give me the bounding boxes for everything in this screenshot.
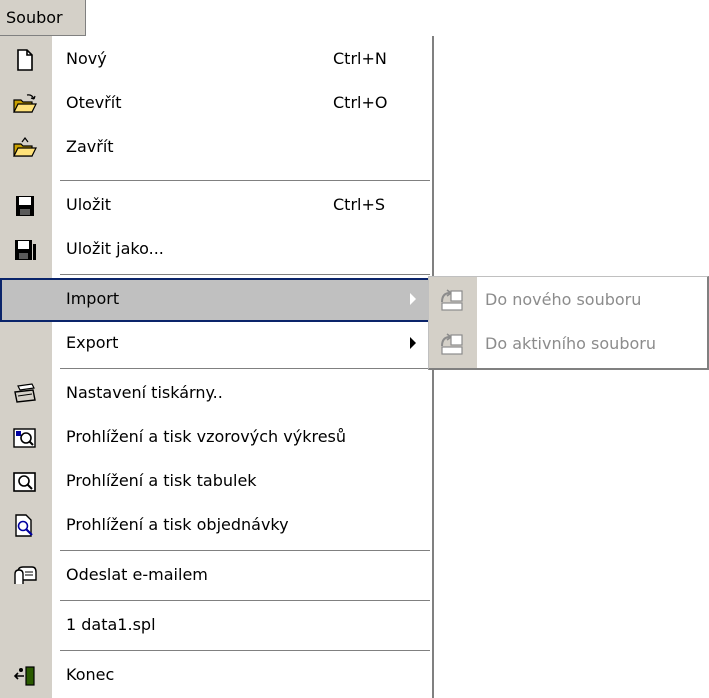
menu-separator [60, 180, 430, 182]
menu-item-label: Nastavení tiskárny.. [66, 383, 223, 402]
menu-item-label: Uložit [66, 195, 112, 214]
menu-item-close[interactable]: Zavřít [0, 126, 432, 170]
menu-item-save-as[interactable]: Uložit jako... [0, 228, 432, 272]
open-folder-icon [12, 92, 38, 116]
email-icon [12, 564, 38, 588]
menu-item-label: Nový [66, 49, 107, 68]
menu-item-label: Odeslat e-mailem [66, 565, 208, 584]
menu-item-preview-drawings[interactable]: Prohlížení a tisk vzorových výkresů [0, 416, 432, 460]
menu-item-exit[interactable]: Konec [0, 654, 432, 698]
file-menu: Nový Ctrl+N Otevřít Ctrl+O Zavřít Uložit… [0, 36, 434, 698]
menu-item-label: Prohlížení a tisk tabulek [66, 471, 257, 490]
menu-item-label: Prohlížení a tisk objednávky [66, 515, 289, 534]
submenu-item-import-active[interactable]: Do aktivního souboru [429, 323, 707, 367]
submenu-item-import-new[interactable]: Do nového souboru [429, 279, 707, 323]
preview-tables-icon [12, 470, 38, 494]
printer-icon [12, 382, 38, 406]
menu-soubor-label: Soubor [6, 8, 63, 27]
preview-order-icon [12, 514, 38, 538]
menu-item-shortcut: Ctrl+O [333, 93, 388, 112]
menu-item-label: Otevřít [66, 93, 122, 112]
menu-soubor[interactable]: Soubor [0, 0, 86, 36]
menu-item-label: Uložit jako... [66, 239, 164, 258]
save-icon [12, 194, 38, 218]
submenu-arrow-icon [410, 337, 416, 349]
menu-item-label: Import [66, 289, 120, 308]
menu-item-new[interactable]: Nový Ctrl+N [0, 38, 432, 82]
import-active-icon [439, 332, 465, 356]
close-folder-icon [12, 136, 38, 160]
menu-separator [60, 274, 430, 276]
exit-icon [12, 664, 38, 688]
import-submenu: Do nového souboru Do aktivního souboru [428, 276, 709, 370]
menu-item-save[interactable]: Uložit Ctrl+S [0, 184, 432, 228]
menu-item-label: 1 data1.spl [66, 615, 156, 634]
menu-item-shortcut: Ctrl+N [333, 49, 387, 68]
menu-item-preview-tables[interactable]: Prohlížení a tisk tabulek [0, 460, 432, 504]
menu-item-import[interactable]: Import [0, 278, 432, 322]
menubar [86, 0, 709, 36]
save-as-icon [12, 238, 38, 262]
menu-separator [60, 600, 430, 602]
menu-item-open[interactable]: Otevřít Ctrl+O [0, 82, 432, 126]
submenu-item-label: Do aktivního souboru [485, 334, 656, 353]
import-new-icon [439, 288, 465, 312]
preview-drawings-icon [12, 426, 38, 450]
menu-separator [60, 650, 430, 652]
menu-item-label: Prohlížení a tisk vzorových výkresů [66, 427, 347, 446]
menu-item-label: Zavřít [66, 137, 114, 156]
menu-item-label: Export [66, 333, 119, 352]
menu-item-preview-order[interactable]: Prohlížení a tisk objednávky [0, 504, 432, 548]
menu-separator [60, 550, 430, 552]
menu-item-export[interactable]: Export [0, 322, 432, 366]
menu-item-send-email[interactable]: Odeslat e-mailem [0, 554, 432, 598]
new-file-icon [12, 48, 38, 72]
menu-item-recent-file[interactable]: 1 data1.spl [0, 604, 432, 648]
submenu-item-label: Do nového souboru [485, 290, 642, 309]
menu-item-shortcut: Ctrl+S [333, 195, 386, 214]
menu-separator [60, 368, 430, 370]
menu-item-label: Konec [66, 665, 115, 684]
submenu-arrow-icon [410, 293, 416, 305]
menu-item-printer-setup[interactable]: Nastavení tiskárny.. [0, 372, 432, 416]
